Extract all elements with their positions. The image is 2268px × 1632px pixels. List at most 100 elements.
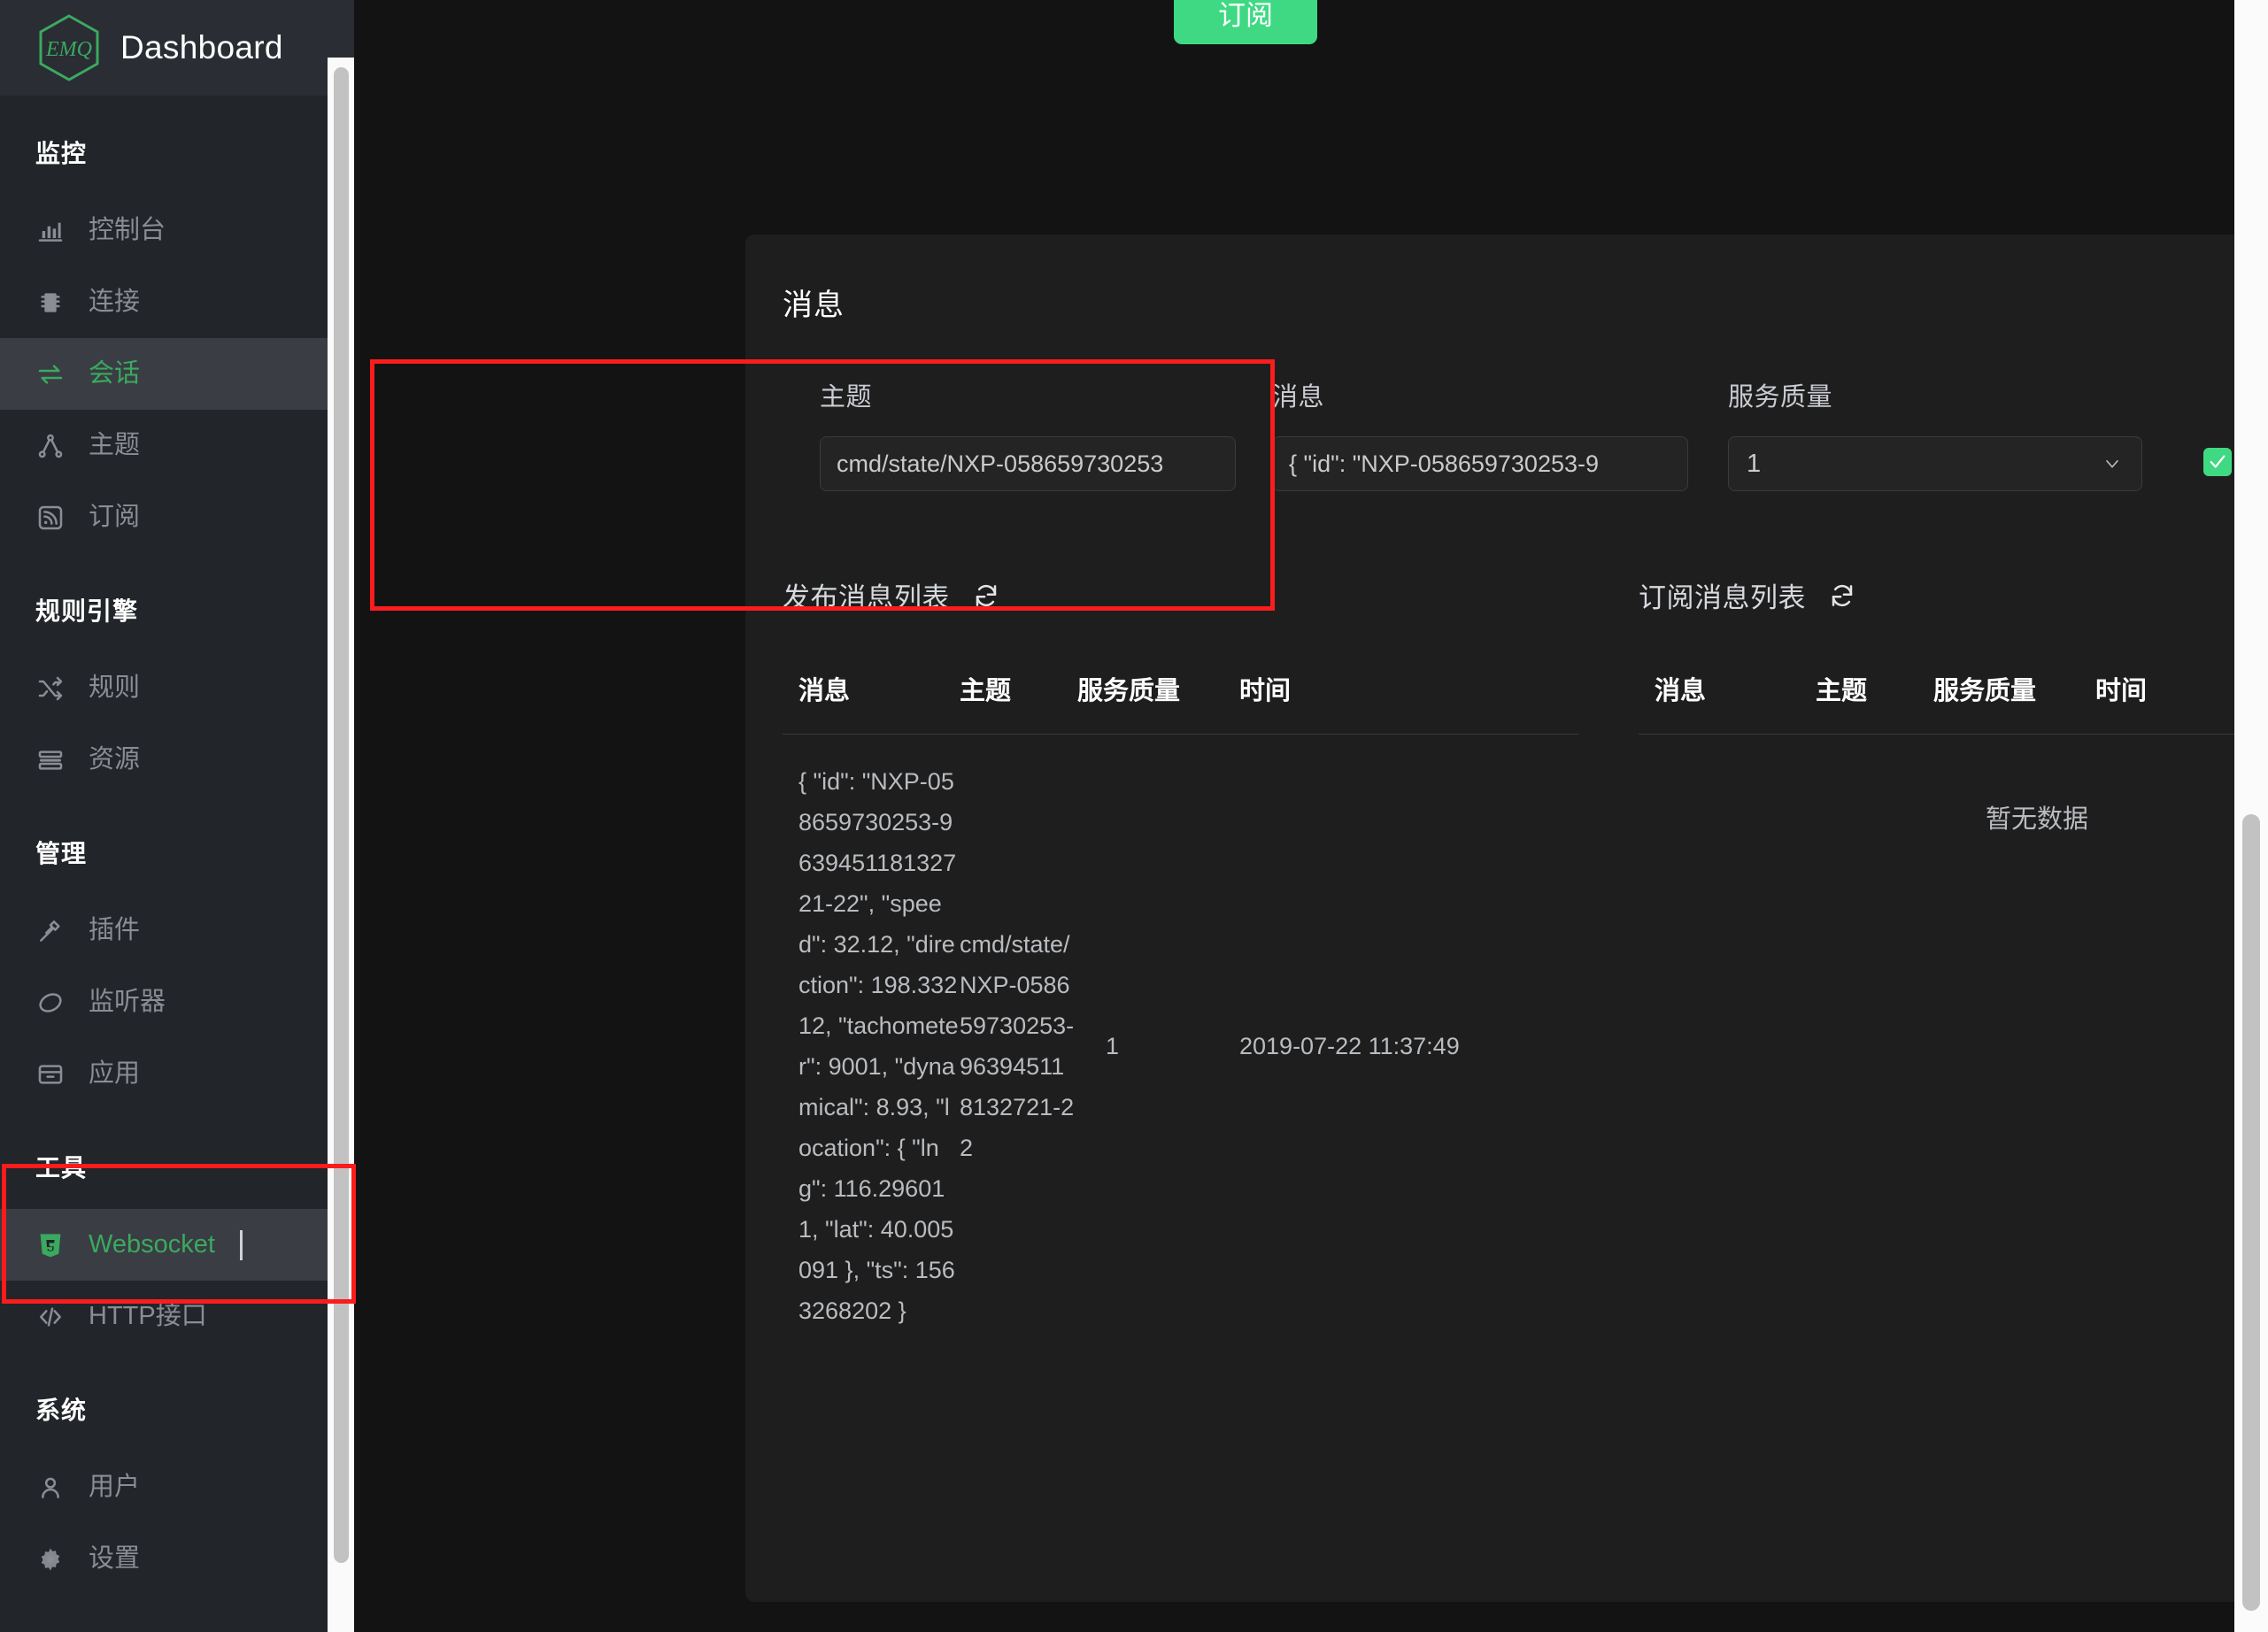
sidebar-item-label: 监听器: [89, 989, 166, 1015]
sidebar-item-label: 用户: [89, 1474, 140, 1500]
publish-table-header: 消息 主题 服务质量 时间: [783, 670, 1579, 735]
app-root: EMQ Dashboard 监控控制台连接会话主题订阅规则引擎规则资源管理插件监…: [0, 0, 2268, 1632]
sidebar-item-会话[interactable]: 会话: [0, 338, 354, 410]
subscribe-table: 消息 主题 服务质量 时间 暂无数据: [1639, 670, 2268, 835]
sidebar-item-label: Websocket: [89, 1232, 215, 1258]
chevron-down-icon: [2102, 454, 2122, 473]
payload-input[interactable]: { "id": "NXP-058659730253-9: [1272, 436, 1688, 491]
cell-time: 2019-07-22 11:37:49: [1239, 1026, 1523, 1066]
publish-list-title: 发布消息列表: [783, 575, 950, 615]
exchange-arrows-icon: [35, 359, 66, 389]
topic-node-icon: [35, 431, 66, 461]
shuffle-icon: [35, 674, 66, 704]
sidebar-item-label: 订阅: [89, 504, 140, 530]
sidebar-nav: 监控控制台连接会话主题订阅规则引擎规则资源管理插件监听器应用工具Websocke…: [0, 96, 354, 1595]
cell-message: { "id": "NXP-058659730253-96394511813272…: [783, 761, 960, 1331]
messages-panel: 消息 主题 cmd/state/NXP-058659730253 消息 { "i…: [745, 235, 2268, 1602]
publish-table: 消息 主题 服务质量 时间 { "id": "NXP-058659730253-…: [783, 670, 1579, 1331]
subscribe-table-header: 消息 主题 服务质量 时间: [1639, 670, 2268, 735]
sidebar-item-label: 设置: [89, 1546, 140, 1572]
sidebar-item-http接口[interactable]: HTTP接口: [0, 1281, 354, 1352]
sidebar-item-label: 插件: [89, 918, 140, 943]
refresh-icon[interactable]: [1829, 582, 1855, 609]
column-header-topic: 主题: [1816, 670, 1933, 707]
sidebar-item-用户[interactable]: 用户: [0, 1451, 354, 1523]
sidebar-item-label: 资源: [89, 747, 140, 773]
qos-field-group: 服务质量 1: [1728, 376, 2142, 491]
sidebar-item-设置[interactable]: 设置: [0, 1523, 354, 1595]
sidebar-item-主题[interactable]: 主题: [0, 410, 354, 481]
subscribe-empty-text: 暂无数据: [1639, 735, 2268, 835]
html5-shield-icon: [35, 1230, 66, 1260]
sidebar-item-订阅[interactable]: 订阅: [0, 481, 354, 553]
sidebar-group-title: 系统: [0, 1352, 354, 1451]
payload-field-group: 消息 { "id": "NXP-058659730253-9: [1272, 376, 1688, 491]
qos-select[interactable]: 1: [1728, 436, 2142, 491]
main-content: 订阅 消息 主题 cmd/state/NXP-058659730253 消息 {…: [354, 0, 2268, 1632]
column-header-topic: 主题: [960, 670, 1077, 707]
sidebar-item-label: 主题: [89, 433, 140, 458]
rss-icon: [35, 503, 66, 533]
column-header-message: 消息: [783, 670, 960, 707]
archive-icon: [35, 1059, 66, 1089]
topic-label: 主题: [820, 376, 1236, 413]
topic-input[interactable]: cmd/state/NXP-058659730253: [820, 436, 1236, 491]
qos-selected-value: 1: [1747, 450, 1761, 479]
bar-chart-icon: [35, 216, 66, 246]
sidebar-item-连接[interactable]: 连接: [0, 266, 354, 338]
cell-qos: 1: [1077, 1026, 1239, 1066]
sidebar-item-插件[interactable]: 插件: [0, 895, 354, 966]
brand-header: EMQ Dashboard: [0, 0, 354, 96]
payload-label: 消息: [1272, 376, 1688, 413]
orbit-icon: [35, 988, 66, 1018]
qos-label: 服务质量: [1728, 376, 2142, 413]
sidebar-item-规则[interactable]: 规则: [0, 652, 354, 724]
subscribe-list-title: 订阅消息列表: [1639, 575, 1806, 615]
table-row[interactable]: { "id": "NXP-058659730253-96394511813272…: [783, 735, 1579, 1331]
sidebar-item-控制台[interactable]: 控制台: [0, 195, 354, 266]
sidebar: EMQ Dashboard 监控控制台连接会话主题订阅规则引擎规则资源管理插件监…: [0, 0, 354, 1632]
emq-logo-icon: EMQ: [37, 13, 101, 82]
sidebar-scrollbar-thumb[interactable]: [334, 67, 349, 1563]
retain-checkbox[interactable]: [2203, 448, 2232, 476]
messages-panel-title: 消息: [745, 235, 2268, 324]
sidebar-item-监听器[interactable]: 监听器: [0, 966, 354, 1038]
brand-title: Dashboard: [120, 29, 283, 66]
sidebar-item-资源[interactable]: 资源: [0, 724, 354, 796]
user-icon: [35, 1473, 66, 1503]
column-header-qos: 服务质量: [1077, 670, 1239, 707]
publish-list-header: 发布消息列表: [783, 575, 1639, 615]
subscribe-list-header: 订阅消息列表: [1639, 575, 2268, 615]
check-icon: [2208, 452, 2227, 472]
sidebar-item-label: 连接: [89, 289, 140, 315]
sidebar-item-label: 会话: [89, 361, 140, 387]
sidebar-group-title: 规则引擎: [0, 553, 354, 652]
sidebar-item-应用[interactable]: 应用: [0, 1038, 354, 1110]
code-brackets-icon: [35, 1302, 66, 1332]
gear-icon: [35, 1544, 66, 1574]
column-header-message: 消息: [1639, 670, 1816, 707]
sidebar-group-title: 管理: [0, 796, 354, 895]
message-lists: 发布消息列表 消息 主题 服务质量 时间: [783, 575, 2268, 1331]
chip-icon: [35, 288, 66, 318]
text-cursor: [240, 1230, 243, 1260]
page-scrollbar-thumb[interactable]: [2242, 814, 2260, 1611]
sidebar-item-label: 应用: [89, 1061, 140, 1087]
sidebar-item-websocket[interactable]: Websocket: [0, 1209, 354, 1281]
subscribe-message-list: 订阅消息列表 消息 主题 服务质量 时间: [1639, 575, 2268, 1331]
sidebar-item-label: 控制台: [89, 218, 166, 243]
server-icon: [35, 745, 66, 775]
sidebar-group-title: 监控: [0, 96, 354, 195]
column-header-time: 时间: [1239, 670, 1523, 707]
subscribe-panel: 订阅: [745, 0, 2268, 81]
svg-text:EMQ: EMQ: [45, 38, 92, 61]
sidebar-item-label: HTTP接口: [89, 1304, 207, 1329]
column-header-qos: 服务质量: [1933, 670, 2095, 707]
cell-topic: cmd/state/NXP-058659730253-9639451181327…: [960, 924, 1077, 1168]
refresh-icon[interactable]: [973, 582, 999, 609]
subscribe-button[interactable]: 订阅: [1174, 0, 1317, 44]
publish-message-list: 发布消息列表 消息 主题 服务质量 时间: [783, 575, 1639, 1331]
sidebar-item-label: 规则: [89, 675, 140, 701]
topic-field-group: 主题 cmd/state/NXP-058659730253: [820, 376, 1236, 491]
plug-icon: [35, 916, 66, 946]
